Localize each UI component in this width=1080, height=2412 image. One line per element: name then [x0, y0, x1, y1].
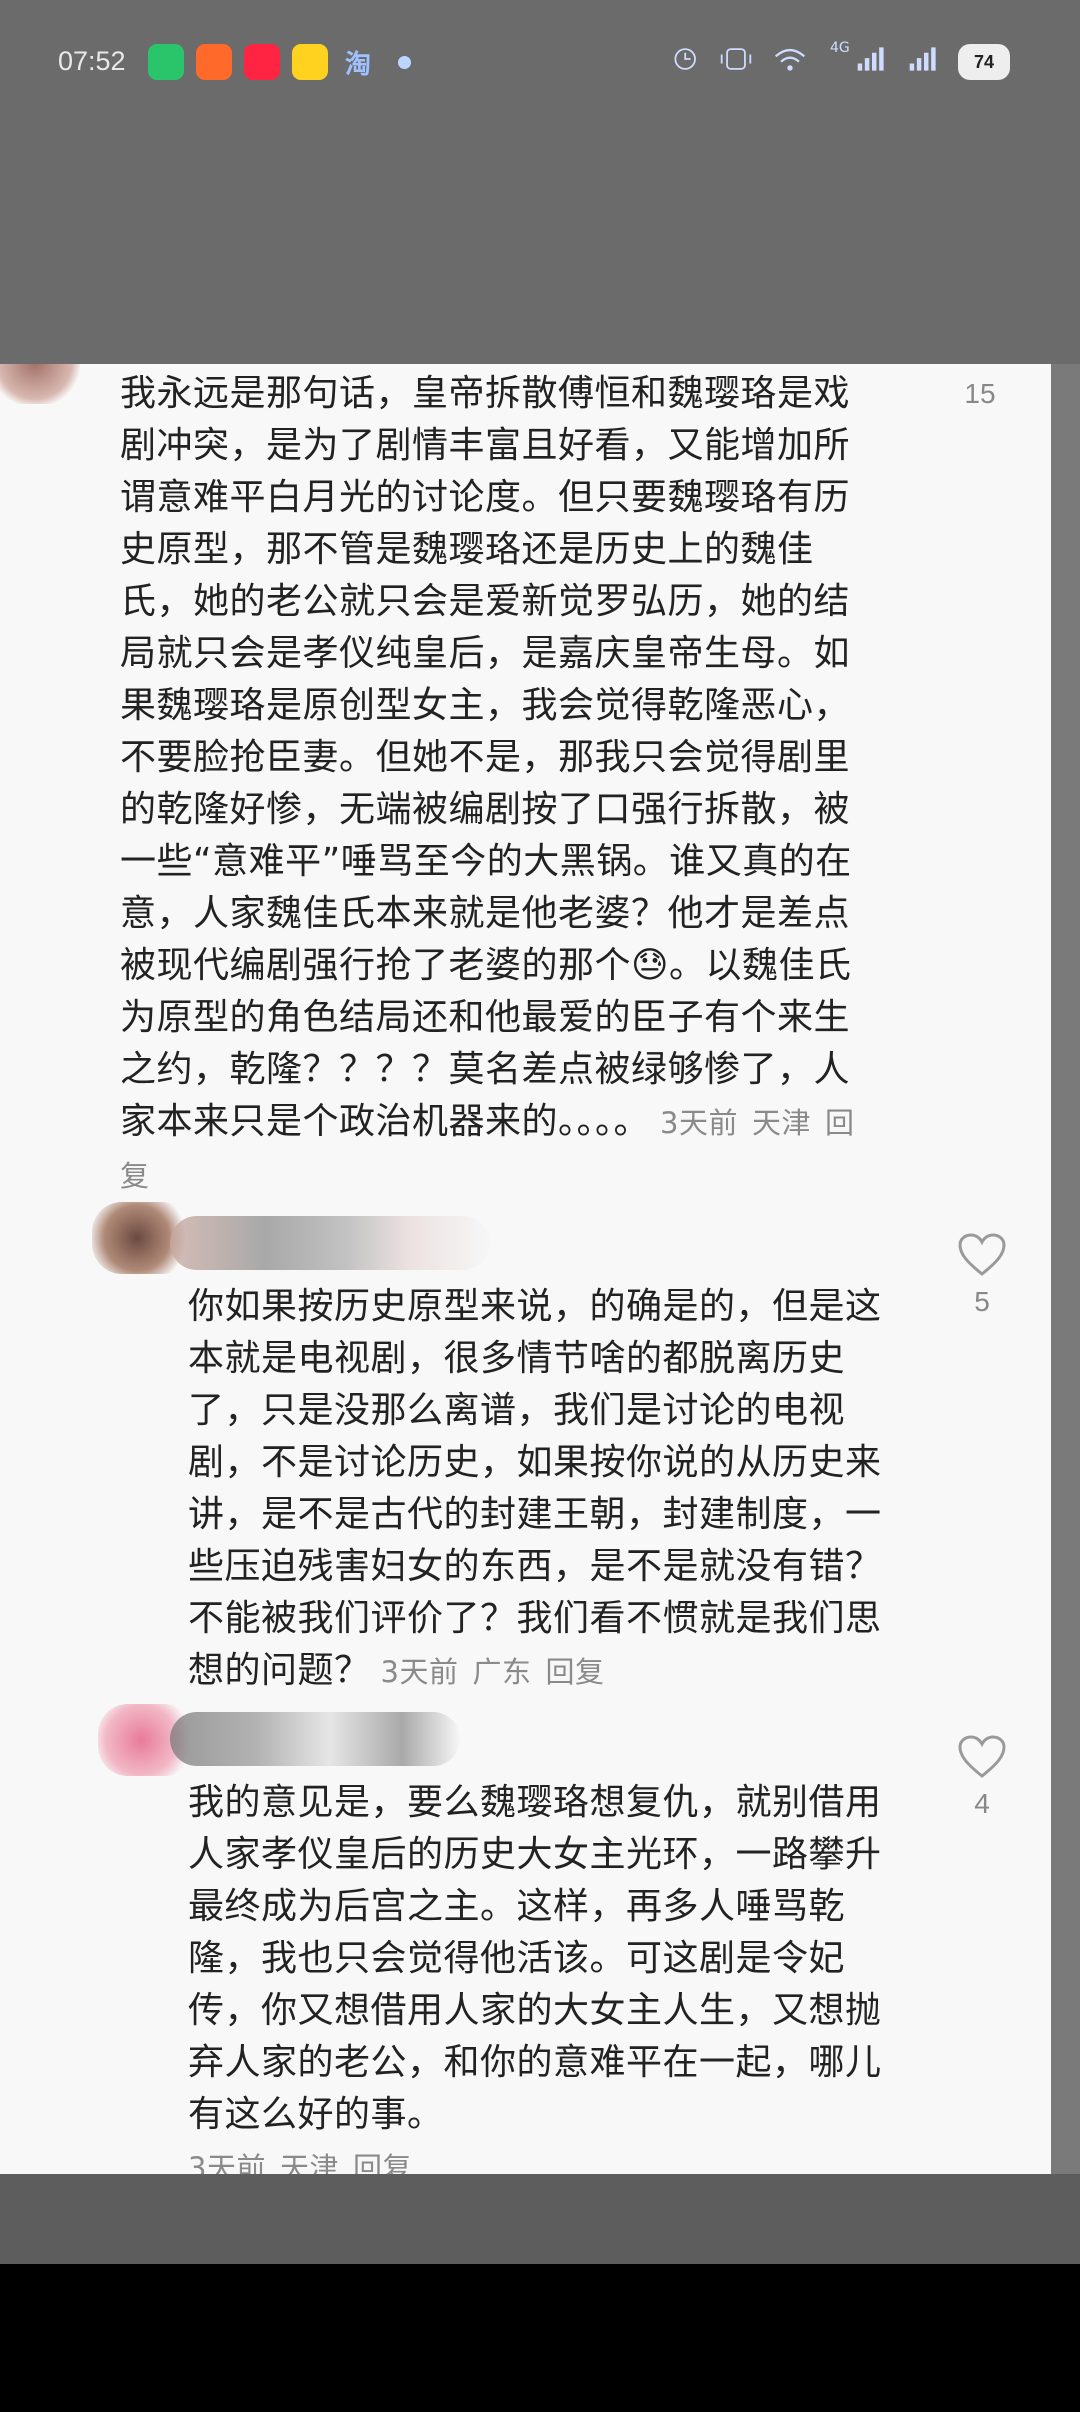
emoji: 😓 — [631, 945, 670, 986]
navigation-bar — [0, 2264, 1080, 2412]
comment-item: 你如果按历史原型来说，的确是的，但是这本就是电视剧，很多情节啥的都脱离历史了，只… — [188, 1281, 908, 1698]
xianyu-icon — [292, 44, 328, 80]
comment-location: 天津 — [279, 2151, 339, 2174]
comment-location: 广东 — [472, 1655, 532, 1689]
username-blurred[interactable] — [170, 1712, 460, 1766]
battery-icon: 74 — [958, 44, 1010, 80]
comment-text: 你如果按历史原型来说，的确是的，但是这本就是电视剧，很多情节啥的都脱离历史了，只… — [188, 1286, 882, 1691]
comment-text: 我永远是那句话，皇帝拆散傅恒和魏璎珞是戏剧冲突，是为了剧情丰富且好看，又能增加所… — [120, 373, 852, 986]
alarm-icon — [674, 48, 696, 70]
like-count: 5 — [974, 1286, 990, 1317]
reply-button[interactable]: 回复 — [545, 1655, 604, 1689]
bottom-overlay — [0, 2174, 1080, 2264]
notification-dot — [398, 56, 411, 69]
comment-time: 3天前 — [660, 1106, 738, 1140]
comment-text: 我的意见是，要么魏璎珞想复仇，就别借用人家孝仪皇后的历史大女主光环，一路攀升最终… — [188, 1782, 882, 2135]
heart-icon — [958, 1233, 1006, 1276]
xiaohongshu-icon — [244, 44, 280, 80]
taobao-icon: 淘 — [344, 49, 371, 80]
weishi-app-icon — [148, 44, 184, 80]
like-count: 15 — [964, 378, 996, 409]
reply-button[interactable]: 回复 — [353, 2151, 412, 2174]
app-58-icon — [196, 44, 232, 80]
signal-2-icon — [909, 47, 936, 71]
signal-icon — [857, 47, 884, 71]
comment-time: 3天前 — [380, 1655, 459, 1689]
comment-item: 我永远是那句话，皇帝拆散傅恒和魏璎珞是戏剧冲突，是为了剧情丰富且好看，又能增加所… — [120, 368, 880, 1202]
comment-meta: 3天前 天津 回复 — [188, 2151, 426, 2174]
avatar[interactable] — [0, 364, 80, 404]
status-time: 07:52 — [58, 46, 126, 76]
like-button[interactable]: 15 — [950, 364, 1010, 410]
comment-location: 天津 — [751, 1106, 811, 1140]
like-button[interactable]: 5 — [952, 1232, 1012, 1318]
comment-item: 我的意见是，要么魏璎珞想复仇，就别借用人家孝仪皇后的历史大女主光环，一路攀升最终… — [188, 1777, 908, 2174]
wifi-icon — [774, 48, 806, 71]
heart-icon — [958, 1735, 1006, 1778]
network-type: 4G — [830, 40, 850, 56]
comment-time: 3天前 — [188, 2151, 266, 2174]
status-bar: 07:52 淘 4G 74 — [0, 0, 1080, 120]
scroll-edge — [1051, 364, 1080, 2174]
username-blurred[interactable] — [170, 1216, 490, 1270]
comment-meta: 3天前 广东 回复 — [381, 1655, 619, 1689]
like-count: 4 — [974, 1788, 990, 1819]
comment-list: 我永远是那句话，皇帝拆散傅恒和魏璎珞是戏剧冲突，是为了剧情丰富且好看，又能增加所… — [0, 364, 1051, 2174]
like-button[interactable]: 4 — [952, 1734, 1012, 1820]
vibrate-icon — [720, 48, 752, 70]
